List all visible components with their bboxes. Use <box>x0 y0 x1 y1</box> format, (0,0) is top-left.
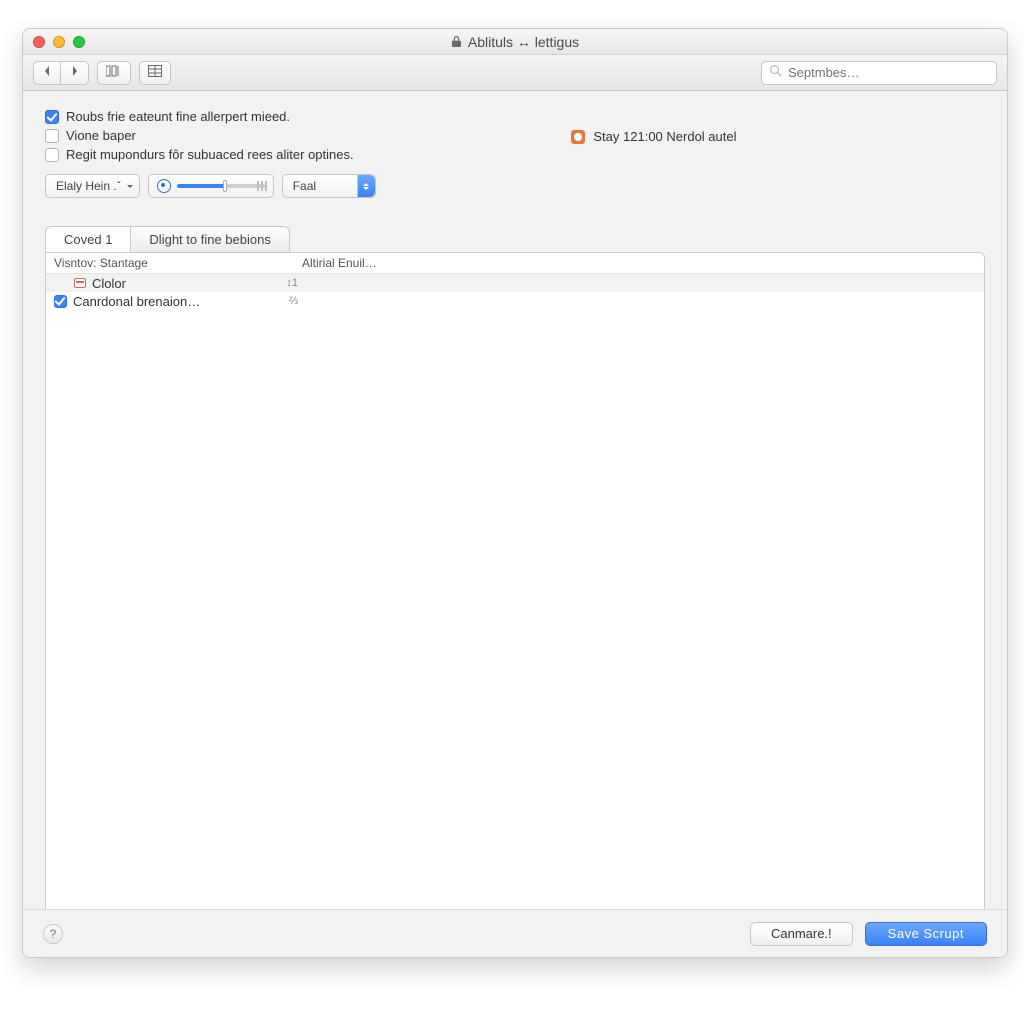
close-icon[interactable] <box>33 36 45 48</box>
row-flag: ↕1 <box>286 277 302 289</box>
controls-row: Elaly Hein .ˇ Faal <box>45 174 985 198</box>
content-area: Roubs frie eateunt fine allerpert mieed.… <box>23 91 1007 909</box>
row-label: Canrdonal brenaion… <box>73 294 200 309</box>
tab-label: Dlight to fine bebions <box>149 232 270 247</box>
dropdown-left[interactable]: Elaly Hein .ˇ <box>45 174 140 198</box>
toolbar <box>23 55 1007 91</box>
row-flag: ⅔ <box>289 295 302 307</box>
table-panel: Visntov: Stantage Altirial Enuil… Clolor… <box>45 252 985 916</box>
checkbox-icon[interactable] <box>45 129 59 143</box>
cancel-button[interactable]: Canmare.! <box>750 922 853 946</box>
table-header: Visntov: Stantage Altirial Enuil… <box>46 253 984 274</box>
dropdown-left-value: Elaly Hein .ˇ <box>56 179 121 193</box>
table-row[interactable]: Clolor ↕1 <box>46 274 984 292</box>
dropdown-right[interactable]: Faal <box>282 174 376 198</box>
save-label: Save Scrupt <box>888 926 964 941</box>
help-button[interactable]: ? <box>43 924 63 944</box>
search-icon <box>769 64 782 82</box>
question-icon: ? <box>50 927 57 941</box>
toolbar-button-a[interactable] <box>97 61 131 85</box>
target-icon <box>157 179 171 193</box>
minimize-icon[interactable] <box>53 36 65 48</box>
check-label: Roubs frie eateunt fine allerpert mieed. <box>66 109 290 124</box>
column-header-1[interactable]: Visntov: Stantage <box>54 256 302 270</box>
checkbox-icon[interactable] <box>54 295 67 308</box>
preferences-window: Ablituls ↔ lettigus Roubs frie eateunt f… <box>22 28 1008 958</box>
zoom-icon[interactable] <box>73 36 85 48</box>
chevron-right-icon <box>70 64 80 82</box>
columns-icon <box>106 64 122 82</box>
back-button[interactable] <box>33 61 61 85</box>
forward-button[interactable] <box>61 61 89 85</box>
check-row-0[interactable]: Roubs frie eateunt fine allerpert mieed. <box>45 109 571 124</box>
search-input[interactable] <box>788 65 989 80</box>
options-checklist: Roubs frie eateunt fine allerpert mieed.… <box>45 109 571 162</box>
checkbox-icon[interactable] <box>45 148 59 162</box>
slider[interactable] <box>148 174 274 198</box>
titlebar: Ablituls ↔ lettigus <box>23 29 1007 55</box>
slider-thumb[interactable] <box>223 180 227 192</box>
nav-back-forward <box>33 61 89 85</box>
toolbar-button-b[interactable] <box>139 61 171 85</box>
tab-bar: Coved 1 Dlight to fine bebions <box>45 226 985 252</box>
slider-track[interactable] <box>177 184 265 188</box>
clock-icon <box>571 130 585 144</box>
grid-icon <box>148 64 162 82</box>
checkbox-icon[interactable] <box>45 110 59 124</box>
window-controls <box>23 36 85 48</box>
slider-ticks <box>265 181 267 191</box>
column-header-2[interactable]: Altirial Enuil… <box>302 256 976 270</box>
search-field[interactable] <box>761 61 997 85</box>
table-row[interactable]: Canrdonal brenaion… ⅔ <box>46 292 984 310</box>
color-swatch-icon <box>74 278 86 288</box>
dropdown-right-value: Faal <box>293 179 316 193</box>
cancel-label: Canmare.! <box>771 926 832 941</box>
chevron-down-icon <box>125 180 135 192</box>
bottom-bar: ? Canmare.! Save Scrupt <box>23 909 1007 957</box>
tab-1[interactable]: Dlight to fine bebions <box>131 226 289 252</box>
window-title: Ablituls ↔ lettigus <box>23 34 1007 50</box>
lock-icon <box>451 35 462 48</box>
save-button[interactable]: Save Scrupt <box>865 922 987 946</box>
check-label: Regit mupondurs fôr subuaced rees aliter… <box>66 147 354 162</box>
slider-fill <box>177 184 225 188</box>
stepper-icon[interactable] <box>357 175 375 197</box>
check-label: Vione baper <box>66 128 136 143</box>
tab-0[interactable]: Coved 1 <box>45 226 131 252</box>
tab-label: Coved 1 <box>64 232 112 247</box>
stay-label: Stay 121:00 Nerdol autel <box>593 129 736 144</box>
stay-info: Stay 121:00 Nerdol autel <box>571 111 736 162</box>
check-row-1[interactable]: Vione baper <box>45 128 571 143</box>
chevron-left-icon <box>42 64 52 82</box>
row-label: Clolor <box>92 276 126 291</box>
check-row-2[interactable]: Regit mupondurs fôr subuaced rees aliter… <box>45 147 571 162</box>
window-title-text: Ablituls ↔ lettigus <box>468 34 579 50</box>
